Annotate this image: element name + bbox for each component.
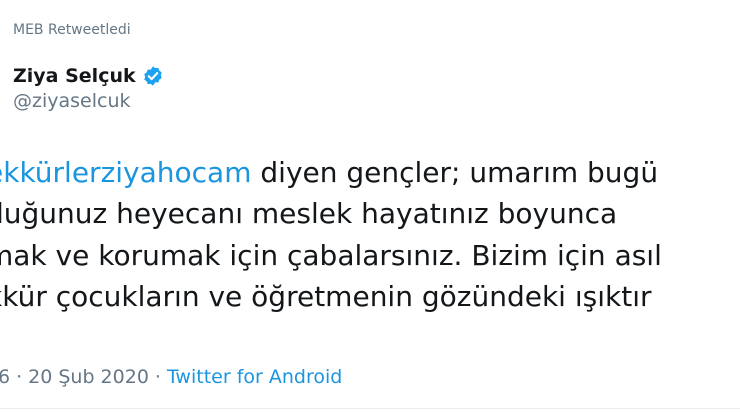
tweet-date[interactable]: 20 Şub 2020 [28, 366, 149, 388]
author-name-row: Ziya Selçuk [13, 65, 164, 87]
meta-separator: · [16, 366, 23, 388]
verified-badge-icon [142, 65, 164, 87]
author-display-name[interactable]: Ziya Selçuk [13, 65, 136, 87]
tweet-text-line-4: kkür çocukların ve öğretmenin gözündeki … [0, 279, 652, 313]
tweet-source-link[interactable]: Twitter for Android [167, 366, 342, 388]
tweet-text-line-1: ekkürlerziyahocam diyen gençler; umarım … [0, 152, 740, 193]
tweet-text: ekkürlerziyahocam diyen gençler; umarım … [0, 152, 740, 317]
retweet-label: MEB Retweetledi [13, 22, 131, 38]
author-block[interactable]: Ziya Selçuk @ziyaselcuk [13, 65, 164, 112]
author-handle[interactable]: @ziyaselcuk [13, 90, 164, 112]
tweet-time[interactable]: 6 [0, 366, 10, 388]
tweet-text-line-3: mak ve korumak için çabalarsınız. Bizim … [0, 238, 662, 272]
bottom-divider [0, 408, 740, 409]
tweet-text-line-1-rest: diyen gençler; umarım bugü [251, 156, 659, 189]
meta-separator: · [154, 366, 161, 388]
tweet-meta: 6 · 20 Şub 2020 · Twitter for Android [0, 366, 342, 388]
tweet-text-line-2: duğunuz heyecanı meslek hayatınız boyunc… [0, 197, 618, 231]
hashtag-link[interactable]: ekkürlerziyahocam [0, 156, 251, 189]
